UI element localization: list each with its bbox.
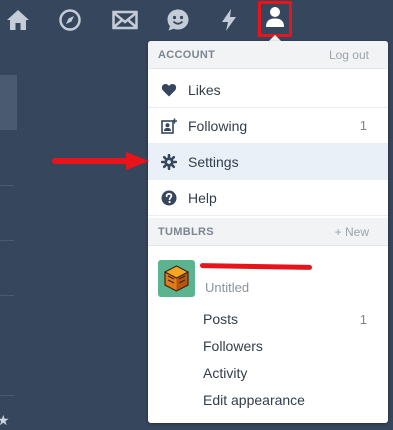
tumblrs-header-title: TUMBLRS: [158, 226, 214, 238]
account-icon: [265, 6, 285, 33]
divider: [0, 295, 14, 296]
new-blog-link[interactable]: + New: [335, 225, 369, 239]
compass-icon[interactable]: [57, 7, 83, 33]
redaction-mark: [199, 263, 313, 270]
menu-item-label: Help: [188, 190, 217, 206]
divider: [0, 240, 14, 241]
tumblrs-section-header: TUMBLRS + New: [148, 218, 388, 246]
menu-item-help[interactable]: Help: [148, 180, 388, 216]
menu-item-label: Following: [188, 118, 248, 134]
divider: [0, 395, 14, 396]
background-panel: [0, 75, 17, 130]
heart-icon: [161, 82, 177, 98]
logout-link[interactable]: Log out: [329, 48, 369, 62]
following-icon: [161, 118, 177, 134]
annotation-arrow: [52, 152, 149, 170]
top-nav: [0, 0, 393, 40]
blog-link-posts[interactable]: Posts: [203, 311, 238, 331]
help-icon: [161, 190, 177, 206]
menu-item-label: Settings: [188, 154, 239, 170]
account-dropdown: ACCOUNT Log out Likes Following 1 Settin…: [148, 41, 388, 423]
home-icon[interactable]: [5, 7, 31, 33]
account-section-header: ACCOUNT Log out: [148, 41, 388, 69]
account-button[interactable]: [258, 1, 292, 37]
blog-link-activity[interactable]: Activity: [203, 365, 247, 385]
activity-icon[interactable]: [216, 7, 242, 33]
blog-link-followers[interactable]: Followers: [203, 338, 263, 358]
blog-subtitle: Untitled: [205, 280, 250, 295]
blog-avatar[interactable]: [158, 260, 195, 297]
messaging-icon[interactable]: [165, 7, 191, 33]
blog-link-edit-appearance[interactable]: Edit appearance: [203, 392, 305, 412]
divider: [0, 185, 14, 186]
account-header-title: ACCOUNT: [158, 49, 216, 61]
gear-icon: [160, 153, 178, 171]
menu-item-following[interactable]: Following 1: [148, 108, 388, 144]
menu-item-likes[interactable]: Likes: [148, 72, 388, 108]
menu-item-settings[interactable]: Settings: [148, 144, 388, 180]
mail-icon[interactable]: [111, 7, 139, 33]
menu-item-label: Likes: [188, 82, 221, 98]
star-icon[interactable]: ★: [0, 413, 10, 427]
posts-count: 1: [359, 312, 367, 327]
following-count: 1: [359, 118, 367, 133]
